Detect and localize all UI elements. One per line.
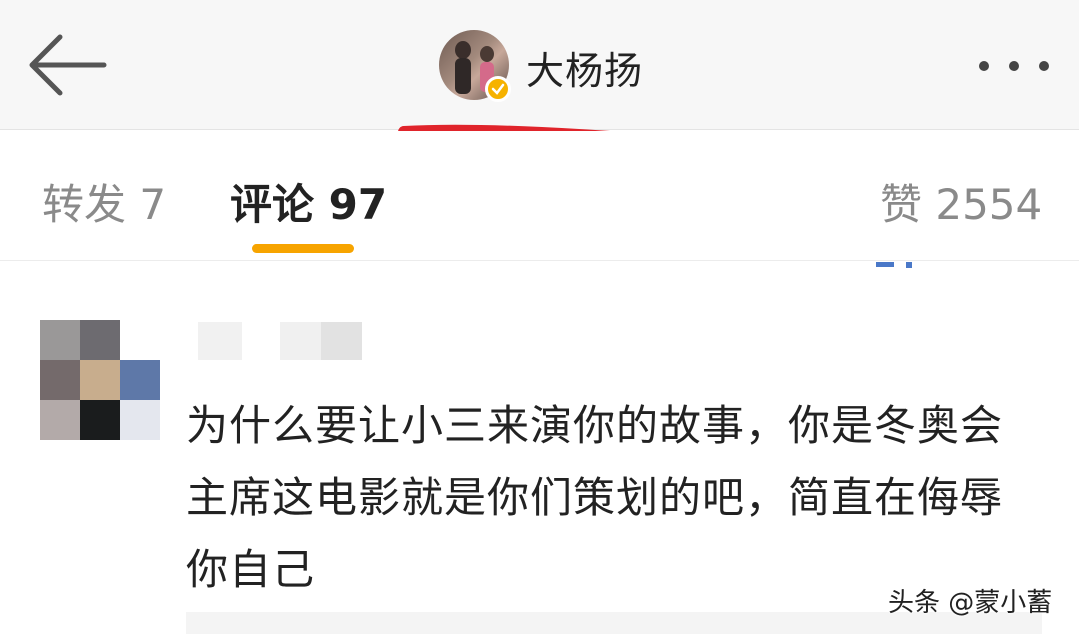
verified-badge-icon (485, 76, 511, 102)
ellipsis-icon (979, 61, 1049, 71)
back-button[interactable] (24, 30, 108, 100)
comment-text: 为什么要让小三来演你的故事，你是冬奥会主席这电影就是你们策划的吧，简直在侮辱你自… (186, 401, 1004, 594)
commenter-avatar[interactable] (40, 320, 160, 440)
arrow-left-icon (29, 34, 107, 96)
tab-likes[interactable]: 赞 2554 (880, 171, 1042, 232)
watermark: 头条 @蒙小蓄 (888, 588, 1053, 618)
page-title[interactable]: 大杨扬 (526, 40, 643, 95)
profile-avatar[interactable] (439, 30, 511, 102)
partial-icon-fragment (876, 262, 912, 268)
tab-reposts[interactable]: 转发 7 (42, 171, 166, 232)
commenter-name-blurred[interactable] (198, 322, 242, 360)
top-bar: 大杨扬 (0, 0, 1079, 130)
commenter-name-blurred[interactable] (280, 322, 362, 360)
tab-comments[interactable]: 评论 97 (230, 171, 387, 232)
active-tab-indicator (252, 244, 354, 253)
more-options-button[interactable] (972, 48, 1056, 84)
tab-bar: 转发 7 评论 97 赞 2554 (0, 131, 1079, 261)
